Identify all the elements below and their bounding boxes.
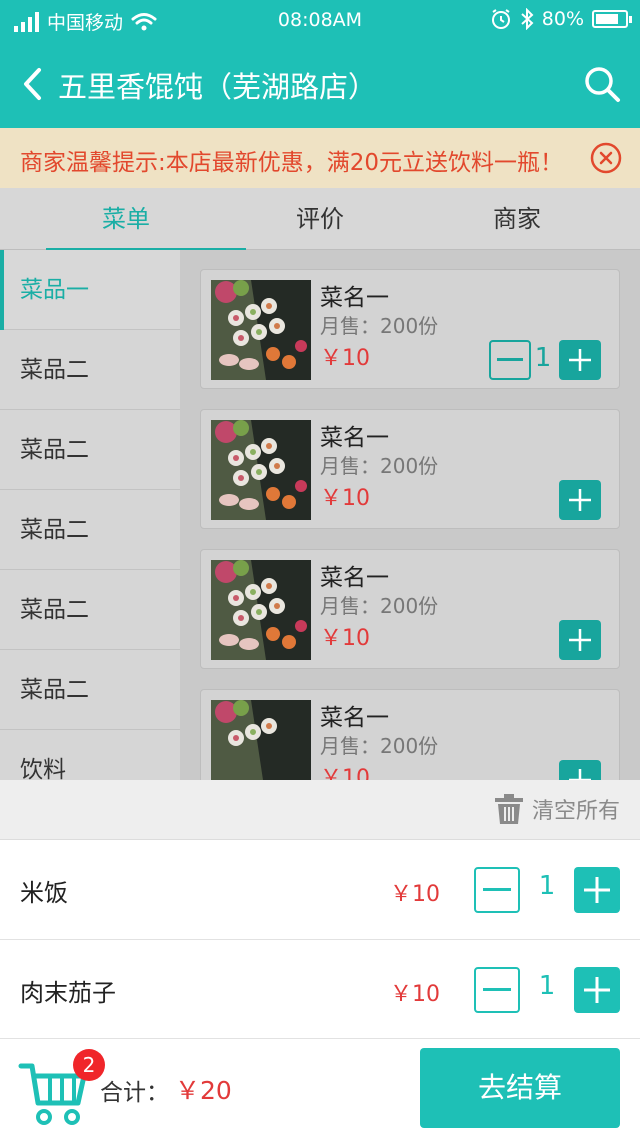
trash-icon: [494, 794, 523, 824]
search-icon: [585, 67, 620, 102]
checkout-button[interactable]: 去结算: [420, 1048, 620, 1128]
cart-item-price: ￥10: [390, 882, 440, 907]
dish-price: ￥10: [320, 346, 370, 371]
minus-icon: [483, 888, 511, 891]
cart-item-name: 肉末茄子: [20, 979, 116, 1007]
cart-increase-button[interactable]: [574, 967, 620, 1013]
close-icon[interactable]: [590, 142, 622, 174]
total-amount: ￥20: [175, 1076, 232, 1105]
search-button[interactable]: [580, 62, 624, 106]
dish-card[interactable]: 菜名一 月售：200份 ￥10: [200, 409, 620, 529]
cart-item-quantity: 1: [538, 871, 556, 901]
plus-icon: [569, 769, 591, 780]
dish-price: ￥10: [320, 626, 370, 651]
cart-item: 米饭 ￥10 1: [0, 840, 640, 940]
dish-price: ￥10: [320, 486, 370, 511]
dish-price: ￥10: [320, 766, 370, 780]
dish-name: 菜名一: [320, 565, 389, 591]
sidebar-item-category-2[interactable]: 菜品二: [0, 330, 180, 410]
cart-decrease-button[interactable]: [474, 967, 520, 1013]
sidebar-item-category-1[interactable]: 菜品一: [0, 250, 180, 330]
dish-card[interactable]: 菜名一 月售：200份 ￥10: [200, 689, 620, 780]
plus-icon: [569, 489, 591, 511]
clear-cart-label: 清空所有: [531, 799, 620, 824]
dish-sales: 月售：200份: [320, 314, 439, 338]
back-button[interactable]: [12, 62, 52, 106]
dish-card[interactable]: 菜名一 月售：200份 ￥10: [200, 549, 620, 669]
sidebar-item-category-3[interactable]: 菜品二: [0, 410, 180, 490]
notice-text: 商家温馨提示:本店最新优惠，满20元立送饮料一瓶！: [20, 150, 564, 176]
dish-sales: 月售：200份: [320, 734, 439, 758]
tab-merchant[interactable]: 商家: [417, 188, 617, 250]
plus-icon: [569, 629, 591, 651]
alarm-icon: [491, 9, 510, 29]
chevron-left-icon: [24, 68, 41, 100]
dish-image: [211, 280, 311, 380]
plus-icon: [569, 349, 591, 371]
dish-sales: 月售：200份: [320, 594, 439, 618]
battery-icon: [592, 10, 632, 28]
dish-list: 菜名一 月售：200份 ￥10 1 菜名一 月售：200份 ￥10 菜名一 月售…: [180, 250, 640, 780]
dish-quantity: 1: [534, 343, 552, 373]
tab-bar: 菜单 评价 商家: [0, 188, 640, 252]
tab-reviews[interactable]: 评价: [220, 188, 420, 250]
cart-decrease-button[interactable]: [474, 867, 520, 913]
dish-image: [211, 420, 311, 520]
cart-item: 肉末茄子 ￥10 1: [0, 940, 640, 1040]
dish-name: 菜名一: [320, 425, 389, 451]
plus-icon: [584, 977, 610, 1003]
bluetooth-icon: [521, 8, 534, 30]
dish-name: 菜名一: [320, 705, 389, 731]
notice-banner: 商家温馨提示:本店最新优惠，满20元立送饮料一瓶！: [0, 128, 640, 188]
add-button[interactable]: [559, 480, 601, 520]
sidebar-item-drinks[interactable]: 饮料: [0, 730, 180, 780]
cart-item-quantity: 1: [538, 971, 556, 1001]
dish-sales: 月售：200份: [320, 454, 439, 478]
cart-item-name: 米饭: [20, 879, 68, 907]
tab-menu[interactable]: 菜单: [26, 188, 246, 252]
cart-item-price: ￥10: [390, 982, 440, 1007]
add-button[interactable]: [559, 340, 601, 380]
status-right: 80%: [490, 8, 632, 30]
category-sidebar: 菜品一 菜品二 菜品二 菜品二 菜品二 菜品二 饮料: [0, 250, 180, 780]
add-button[interactable]: [559, 760, 601, 780]
page-title: 五里香馄饨（芜湖路店）: [58, 70, 378, 104]
dish-image: [211, 560, 311, 660]
total-label: 合计：: [100, 1080, 169, 1106]
dish-card[interactable]: 菜名一 月售：200份 ￥10 1: [200, 269, 620, 389]
checkout-bar: 2 合计： ￥20 去结算: [0, 1038, 640, 1136]
minus-icon: [483, 988, 511, 991]
minus-icon: [497, 358, 523, 361]
sidebar-item-category-4[interactable]: 菜品二: [0, 490, 180, 570]
add-button[interactable]: [559, 620, 601, 660]
cart-header: 清空所有: [0, 780, 640, 840]
decrease-button[interactable]: [489, 340, 531, 380]
dish-name: 菜名一: [320, 285, 389, 311]
battery-percent: 80%: [541, 8, 584, 30]
sidebar-item-category-6[interactable]: 菜品二: [0, 650, 180, 730]
sidebar-item-category-5[interactable]: 菜品二: [0, 570, 180, 650]
app-header: 五里香馄饨（芜湖路店）: [0, 40, 640, 128]
clear-cart-button[interactable]: 清空所有: [494, 793, 620, 825]
plus-icon: [584, 877, 610, 903]
cart-increase-button[interactable]: [574, 867, 620, 913]
status-bar: 中国移动 08:08AM 80%: [0, 0, 640, 40]
dish-image: [211, 700, 311, 780]
